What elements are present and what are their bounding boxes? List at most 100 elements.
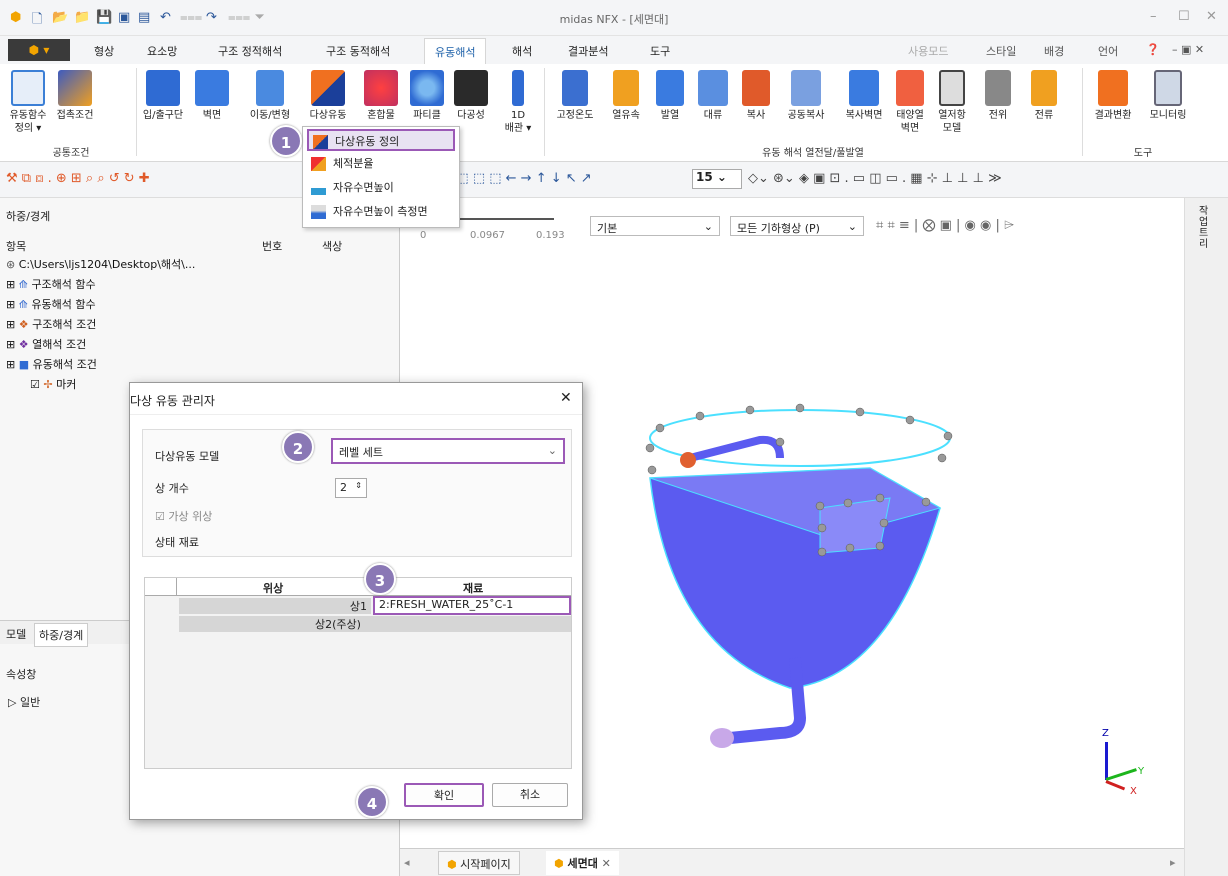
monitoring-button[interactable]: 모니터링 — [1140, 70, 1196, 122]
contact-button[interactable]: 접촉조건 — [52, 70, 98, 122]
step-badge-4: 4 — [356, 786, 388, 818]
virtual-phase-checkbox[interactable]: ☑ 가상 위상 — [155, 508, 212, 524]
function-icon: ⟰ — [18, 298, 28, 311]
cavity-radiation-button[interactable]: 공동복사 — [778, 70, 834, 122]
basin-mesh-model[interactable] — [630, 388, 970, 748]
heat-flux-button[interactable]: 열유속 — [604, 70, 648, 122]
grid-header-material: 재료 — [463, 582, 484, 595]
select-icon[interactable]: ⚒ ⧉ ⧈ . ⊕ ⊞ ⌕ ⌕ ↺ ↻ ✚ — [6, 171, 150, 186]
tab-geometry[interactable]: 형상 — [94, 43, 114, 59]
scroll-left-icon[interactable]: ◂ — [404, 856, 410, 869]
radiation-button[interactable]: 복사 — [738, 70, 774, 122]
minimize-icon[interactable]: – — [1150, 9, 1157, 24]
view-mode-select[interactable]: 기본 ⌄ — [590, 216, 720, 236]
property-group-label: 일반 — [19, 696, 41, 709]
tab-tools[interactable]: 도구 — [650, 43, 670, 59]
phase-count-stepper[interactable]: 2 ⇕ — [335, 478, 367, 498]
cancel-button[interactable]: 취소 — [492, 783, 568, 807]
menu-item-multiphase-def[interactable]: 다상유동 정의 — [307, 129, 455, 151]
tab-load-boundary[interactable]: 하중/경계 — [34, 623, 89, 647]
tab-flow-analysis[interactable]: 유동해석 — [424, 38, 487, 64]
heat-gen-label: 발열 — [660, 110, 680, 121]
radiation-wall-button[interactable]: 복사벽면 — [836, 70, 892, 122]
chevron-down-icon: ⌄ — [703, 220, 713, 233]
result-convert-button[interactable]: 결과변환 — [1088, 70, 1138, 122]
restore-icon[interactable]: – ▣ ✕ — [1172, 43, 1204, 56]
tree-item-structural-function[interactable]: ⊞ ⟰ 구조해석 함수 — [6, 276, 96, 292]
solar-label: 태양열 벽면 — [896, 110, 924, 134]
mixture-icon — [364, 70, 398, 106]
potential-button[interactable]: 전위 — [978, 70, 1018, 122]
close-tab-icon[interactable]: ✕ — [602, 857, 611, 870]
property-group[interactable]: ▷ 일반 — [8, 694, 40, 710]
moving-icon — [256, 70, 284, 106]
menu-usemode[interactable]: 사용모드 — [908, 43, 948, 59]
work-tree-tab[interactable]: 작업트리 — [1199, 206, 1213, 250]
view-cube-icons[interactable]: ⬚ ⬚ ⬚ ⬚ ← → ↑ ↓ ↖ ↗ — [440, 171, 592, 186]
multiphase-button[interactable]: 다상유동 — [300, 70, 356, 122]
display-icons[interactable]: ◇⌄ ⊛⌄ ◈ ▣ ⊡ . ▭ ◫ ▭ . ▦ ⊹ ⊥ ⊥ ⊥ ≫ — [748, 171, 1002, 186]
wall-button[interactable]: 벽면 — [192, 70, 232, 122]
geometry-filter-select[interactable]: 모든 기하형상 (P) ⌄ — [730, 216, 864, 236]
multiphase-dropdown: 다상유동 정의 체적분율 자유수면높이 자유수면높이 측정면 — [302, 126, 460, 228]
tab-results[interactable]: 결과분석 — [568, 43, 608, 59]
ok-button[interactable]: 확인 — [404, 783, 484, 807]
solar-icon — [896, 70, 924, 106]
tab-model[interactable]: 모델 — [6, 626, 26, 642]
tab-start-page[interactable]: ⬢ 시작페이지 — [438, 851, 520, 875]
radiation-label: 복사 — [746, 110, 766, 121]
chevron-down-icon: ⌄ — [547, 444, 557, 457]
tree-label: 열해석 조건 — [32, 338, 87, 351]
thermal-resistance-button[interactable]: 열저항 모델 — [932, 70, 972, 135]
tab-analysis[interactable]: 해석 — [512, 43, 532, 59]
menu-style[interactable]: 스타일 — [986, 43, 1016, 59]
tree-root[interactable]: ⊛ C:\Users\ljs1204\Desktop\해석\... — [6, 256, 195, 272]
fixed-temp-button[interactable]: 고정온도 — [548, 70, 602, 122]
tree-item-flow-condition[interactable]: ⊞ ■ 유동해석 조건 — [6, 356, 97, 372]
document-tabs: ◂ ⬢ 시작페이지 ⬢ 세면대 ✕ ▸ — [400, 848, 1184, 876]
help-icon[interactable]: ❓ — [1146, 43, 1160, 56]
moving-label: 이동/변형 — [249, 110, 291, 121]
model-select[interactable]: 레벨 세트 ⌄ — [331, 438, 565, 464]
tree-item-thermal-condition[interactable]: ⊞ ❖ 열해석 조건 — [6, 336, 86, 352]
maximize-icon[interactable]: ☐ — [1178, 9, 1190, 24]
pipe-1d-button[interactable]: 1D 배관 ▾ — [496, 70, 540, 135]
filter-icons[interactable]: ⌗ ⌗ ≡ | ⨂ ▣ | ◉ ◉ | ⌲ — [876, 218, 1014, 233]
dialog-close-icon[interactable]: ✕ — [560, 390, 572, 406]
heat-gen-button[interactable]: 발열 — [652, 70, 688, 122]
grid-cell-material[interactable]: 2:FRESH_WATER_25˚C-1 — [373, 596, 571, 615]
ribbon-separator — [136, 68, 137, 156]
scroll-right-icon[interactable]: ▸ — [1170, 856, 1176, 869]
tree-label: 마커 — [56, 378, 77, 391]
tab-start-label: 시작페이지 — [460, 858, 511, 871]
menu-language[interactable]: 언어 — [1098, 43, 1118, 59]
menu-item-free-surface-plane[interactable]: 자유수면높이 측정면 — [307, 201, 455, 223]
right-side-strip: 작업트리 — [1184, 198, 1228, 876]
app-menu-button[interactable]: ⬢ ▾ — [8, 39, 70, 61]
current-button[interactable]: 전류 — [1024, 70, 1064, 122]
menu-item-free-surface[interactable]: 자유수면높이 — [307, 177, 455, 199]
tab-basin[interactable]: ⬢ 세면대 ✕ — [546, 851, 619, 875]
flow-function-button[interactable]: 유동함수 정의 ▾ — [6, 70, 50, 135]
tab-structural-static[interactable]: 구조 정적해석 — [218, 43, 282, 59]
tab-structural-dynamic[interactable]: 구조 동적해석 — [326, 43, 390, 59]
tree-item-flow-function[interactable]: ⊞ ⟰ 유동해석 함수 — [6, 296, 96, 312]
solar-wall-button[interactable]: 태양열 벽면 — [890, 70, 930, 135]
menu-item-volume-fraction[interactable]: 체적분율 — [307, 153, 455, 175]
tree-item-marker[interactable]: ☑ ✢ 마커 — [30, 376, 76, 392]
window-title: midas NFX - [세면대] — [559, 13, 669, 26]
convection-icon — [698, 70, 728, 106]
convection-button[interactable]: 대류 — [694, 70, 732, 122]
inlet-outlet-button[interactable]: 입/출구단 — [140, 70, 186, 122]
mixture-button[interactable]: 혼합물 — [356, 70, 406, 122]
close-icon[interactable]: ✕ — [1206, 9, 1217, 24]
group-tools-label: 도구 — [1133, 148, 1153, 159]
particle-button[interactable]: 파티클 — [404, 70, 450, 122]
menu-background[interactable]: 배경 — [1044, 43, 1064, 59]
stepper-arrows-icon[interactable]: ⇕ — [355, 481, 362, 490]
porous-button[interactable]: 다공성 — [450, 70, 492, 122]
tab-mesh[interactable]: 요소망 — [147, 43, 177, 59]
tree-item-structural-condition[interactable]: ⊞ ❖ 구조해석 조건 — [6, 316, 96, 332]
zoom-select[interactable]: 15 ⌄ — [692, 169, 742, 189]
moving-deform-button[interactable]: 이동/변형 — [240, 70, 300, 122]
